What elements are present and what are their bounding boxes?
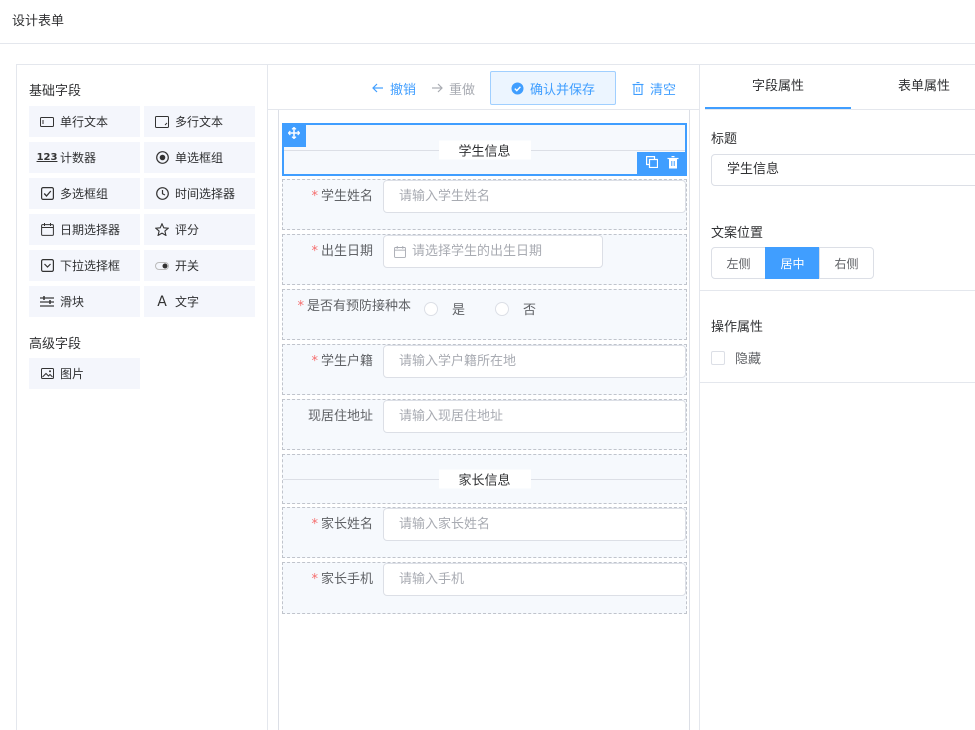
field-label-vaccinated: * 是否有预防接种本 xyxy=(297,299,411,314)
palette-image[interactable]: 图片 xyxy=(29,358,140,389)
field-label-birth-date: * 出生日期 xyxy=(311,244,373,259)
action-prop-label: 操作属性 xyxy=(711,320,764,335)
section-divider-student[interactable]: 学生信息 xyxy=(282,123,687,176)
form-designer: 撤销 重做 确认并保存 清空 学生信息 * 学生姓名 请输入学生姓名 * 出生日… xyxy=(268,64,700,730)
basic-fields-title: 基础字段 xyxy=(29,84,82,99)
palette-slider[interactable]: 滑块 xyxy=(29,286,140,317)
palette-radio-group[interactable]: 单选框组 xyxy=(144,142,255,173)
calendar-icon xyxy=(394,245,406,258)
title-prop-input[interactable]: 学生信息 xyxy=(711,154,975,186)
form-canvas: 学生信息 * 学生姓名 请输入学生姓名 * 出生日期 请选择学生的出生日期 * … xyxy=(278,110,690,730)
palette-checkbox-group[interactable]: 多选框组 xyxy=(29,178,140,209)
field-parent-phone[interactable]: * 家长手机 xyxy=(282,562,687,614)
position-right-button[interactable]: 右侧 xyxy=(819,247,874,279)
trash-icon xyxy=(632,81,644,95)
redo-button[interactable]: 重做 xyxy=(431,71,475,105)
palette-time-picker[interactable]: 时间选择器 xyxy=(144,178,255,209)
field-address[interactable]: 现居住地址 xyxy=(282,399,687,450)
palette-single-line-text[interactable]: 单行文本 xyxy=(29,106,140,137)
field-label-student-name: * 学生姓名 xyxy=(311,189,373,204)
parent-name-input[interactable] xyxy=(383,508,686,541)
checkbox-icon xyxy=(39,187,55,200)
address-input[interactable] xyxy=(383,400,686,433)
palette-select[interactable]: 下拉选择框 xyxy=(29,250,140,281)
properties-tabs: 字段属性 表单属性 xyxy=(705,65,975,110)
header-divider xyxy=(0,43,975,44)
counter-icon: 123 xyxy=(36,152,58,163)
arrow-left-icon xyxy=(372,83,384,93)
field-label-parent-phone: * 家长手机 xyxy=(311,572,373,587)
field-household[interactable]: * 学生户籍 xyxy=(282,344,687,395)
section-title-student: 学生信息 xyxy=(438,140,531,159)
palette-switch[interactable]: 开关 xyxy=(144,250,255,281)
radio-no[interactable]: 否 xyxy=(495,299,536,318)
page-title: 设计表单 xyxy=(12,14,65,29)
section-title-parent: 家长信息 xyxy=(438,469,531,489)
field-birth-date[interactable]: * 出生日期 请选择学生的出生日期 xyxy=(282,234,687,285)
advanced-fields-title: 高级字段 xyxy=(29,337,82,352)
delete-icon[interactable] xyxy=(667,155,679,173)
palette-date-picker[interactable]: 日期选择器 xyxy=(29,214,140,245)
tab-form-properties[interactable]: 表单属性 xyxy=(851,65,975,109)
student-name-input[interactable] xyxy=(383,180,686,213)
parent-phone-input[interactable] xyxy=(383,563,686,596)
select-icon xyxy=(39,259,55,272)
switch-icon xyxy=(154,261,170,270)
palette-counter[interactable]: 123 计数器 xyxy=(29,142,140,173)
prop-divider-2 xyxy=(700,382,975,383)
section-divider-parent[interactable]: 家长信息 xyxy=(282,454,687,504)
radio-yes[interactable]: 是 xyxy=(424,299,465,318)
move-icon xyxy=(287,126,301,143)
arrow-right-icon xyxy=(431,83,443,93)
undo-button[interactable]: 撤销 xyxy=(372,71,416,105)
palette-text[interactable]: A 文字 xyxy=(144,286,255,317)
image-icon xyxy=(39,368,55,379)
clock-icon xyxy=(154,187,170,200)
field-student-name[interactable]: * 学生姓名 xyxy=(282,179,687,230)
properties-panel: 字段属性 表单属性 标题 学生信息 文案位置 左侧 居中 右侧 操作属性 隐藏 xyxy=(700,64,975,730)
hidden-checkbox[interactable]: 隐藏 xyxy=(711,348,761,367)
drag-handle[interactable] xyxy=(282,123,306,147)
single-line-text-icon xyxy=(39,116,55,127)
position-left-button[interactable]: 左侧 xyxy=(711,247,766,279)
confirm-save-button[interactable]: 确认并保存 xyxy=(490,71,617,105)
advanced-fields-grid: 图片 xyxy=(29,358,257,389)
title-prop-label: 标题 xyxy=(711,132,738,147)
text-position-label: 文案位置 xyxy=(711,226,764,241)
basic-fields-grid: 单行文本 多行文本 123 计数器 单选框组 多选框组 时间选择器 日期选择器 … xyxy=(29,106,257,317)
clear-button[interactable]: 清空 xyxy=(632,71,676,105)
designer-toolbar: 撤销 重做 确认并保存 清空 xyxy=(268,65,700,110)
field-label-household: * 学生户籍 xyxy=(311,354,373,369)
field-palette: 基础字段 单行文本 多行文本 123 计数器 单选框组 多选框组 时间选择器 日… xyxy=(16,64,268,730)
position-center-button[interactable]: 居中 xyxy=(765,247,820,279)
birth-date-picker[interactable]: 请选择学生的出生日期 xyxy=(383,235,603,268)
slider-icon xyxy=(39,295,55,308)
copy-icon[interactable] xyxy=(645,156,658,172)
field-parent-name[interactable]: * 家长姓名 xyxy=(282,507,687,558)
prop-divider xyxy=(700,290,975,291)
field-label-parent-name: * 家长姓名 xyxy=(311,517,373,532)
text-icon: A xyxy=(157,293,167,310)
check-circle-icon xyxy=(511,82,524,95)
calendar-icon xyxy=(39,223,55,236)
star-icon xyxy=(154,223,170,236)
household-input[interactable] xyxy=(383,345,686,378)
tab-field-properties[interactable]: 字段属性 xyxy=(705,65,851,109)
text-position-group: 左侧 居中 右侧 xyxy=(711,247,874,279)
palette-multi-line-text[interactable]: 多行文本 xyxy=(144,106,255,137)
field-vaccinated[interactable]: * 是否有预防接种本 是 否 xyxy=(282,289,687,340)
multi-line-text-icon xyxy=(154,115,170,128)
field-label-address: 现居住地址 xyxy=(307,409,373,424)
palette-rate[interactable]: 评分 xyxy=(144,214,255,245)
radio-icon xyxy=(154,151,170,164)
block-actions xyxy=(637,152,687,176)
